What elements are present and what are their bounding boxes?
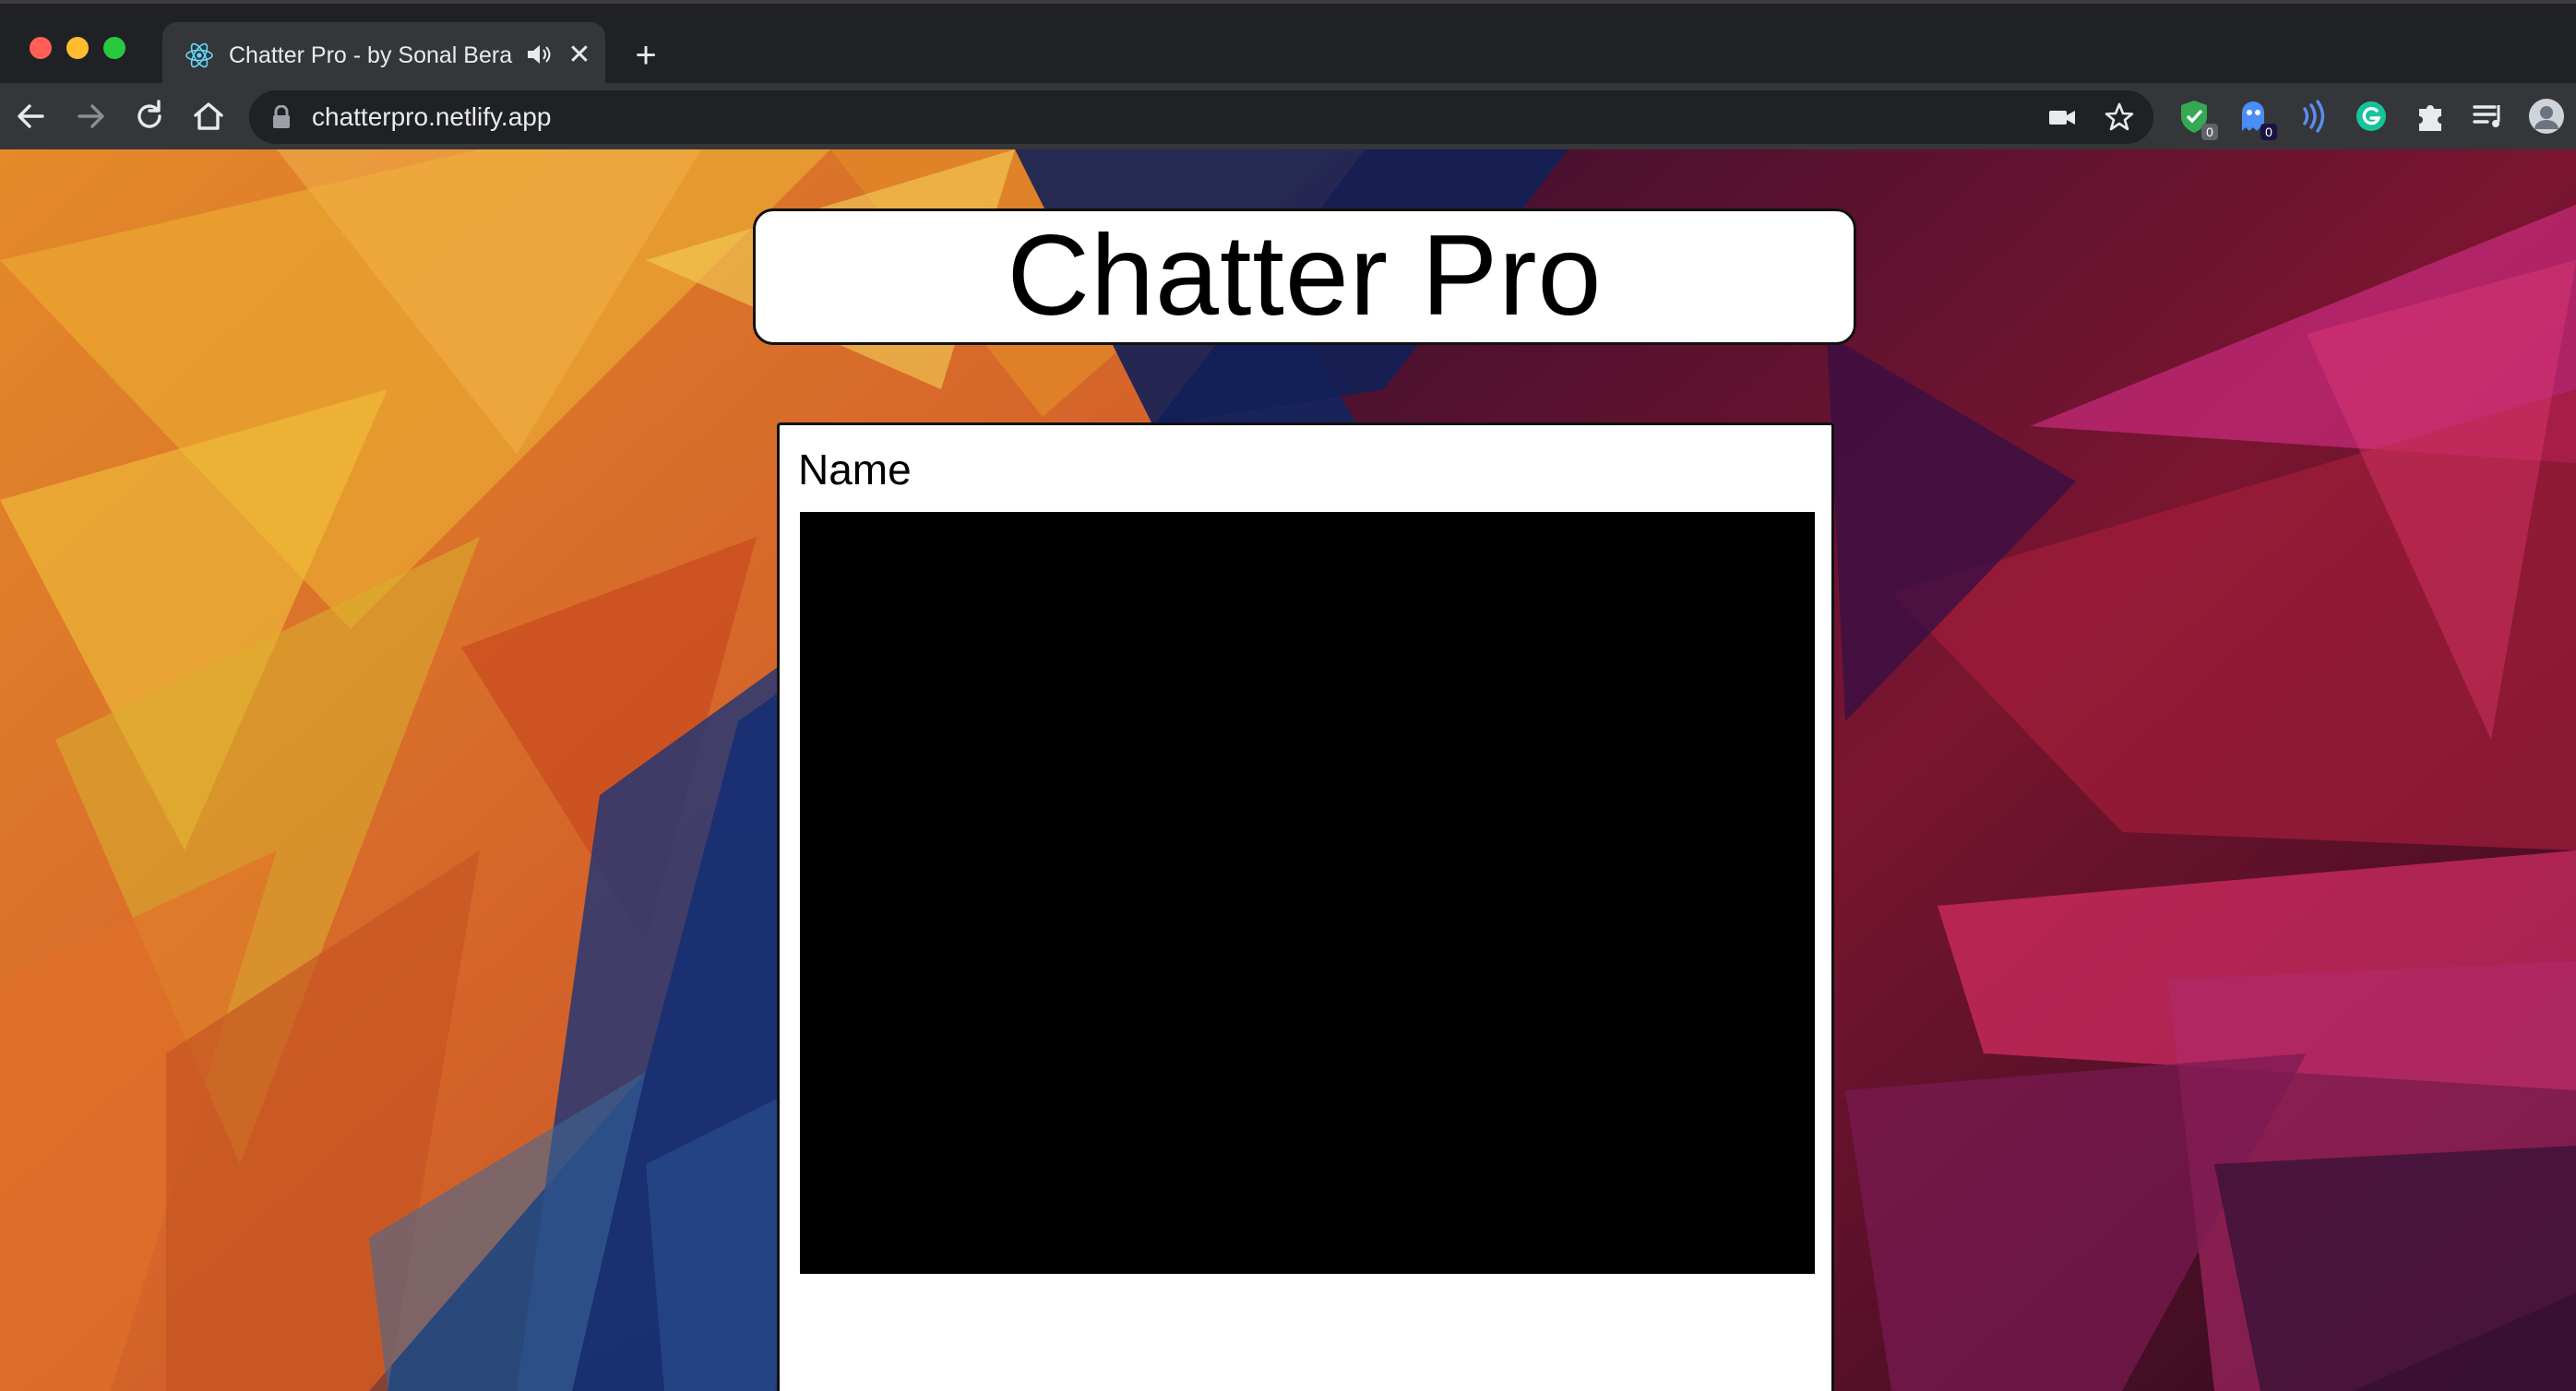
shield-extension-badge: 0 xyxy=(2201,124,2218,140)
media-queue-icon[interactable] xyxy=(2469,96,2510,137)
arrow-right-icon[interactable] xyxy=(70,96,111,137)
plus-icon[interactable]: + xyxy=(627,37,664,74)
window-minimize-button[interactable] xyxy=(66,37,89,59)
browser-tab-active[interactable]: Chatter Pro - by Sonal Bera ✕ xyxy=(162,22,605,87)
url-text[interactable]: chatterpro.netlify.app xyxy=(312,101,551,134)
app-title-card: Chatter Pro xyxy=(753,208,1856,345)
lock-icon[interactable] xyxy=(271,105,292,129)
name-label: Name xyxy=(798,446,912,493)
star-icon[interactable] xyxy=(2104,101,2135,133)
ghost-extension-badge: 0 xyxy=(2260,124,2277,140)
wave-extension-icon[interactable] xyxy=(2292,96,2332,137)
video-camera-icon[interactable] xyxy=(2046,101,2078,133)
page-viewport: Chatter Pro Name xyxy=(0,149,2576,1391)
address-bar[interactable]: chatterpro.netlify.app xyxy=(249,90,2153,144)
window-zoom-button[interactable] xyxy=(103,37,125,59)
home-icon[interactable] xyxy=(188,96,229,137)
puzzle-icon[interactable] xyxy=(2410,96,2451,137)
tab-strip: Chatter Pro - by Sonal Bera ✕ + xyxy=(0,0,2576,87)
speaker-icon[interactable] xyxy=(524,41,552,68)
react-atom-icon xyxy=(185,42,213,68)
shield-extension-icon[interactable]: 0 xyxy=(2174,96,2218,140)
reload-icon[interactable] xyxy=(129,96,170,137)
close-icon[interactable]: ✕ xyxy=(563,39,596,72)
profile-avatar[interactable] xyxy=(2526,96,2567,137)
browser-window: Chatter Pro - by Sonal Bera ✕ + chatterp… xyxy=(0,0,2576,1391)
chat-panel: Name xyxy=(777,422,1834,1391)
app-title: Chatter Pro xyxy=(1007,212,1603,339)
window-close-button[interactable] xyxy=(30,37,52,59)
ghost-extension-icon[interactable]: 0 xyxy=(2233,96,2277,140)
chat-messages-area[interactable] xyxy=(800,512,1815,1274)
arrow-left-icon[interactable] xyxy=(11,96,52,137)
browser-toolbar: chatterpro.netlify.app 0 0 xyxy=(0,83,2576,149)
grammarly-extension-icon[interactable] xyxy=(2351,96,2391,137)
